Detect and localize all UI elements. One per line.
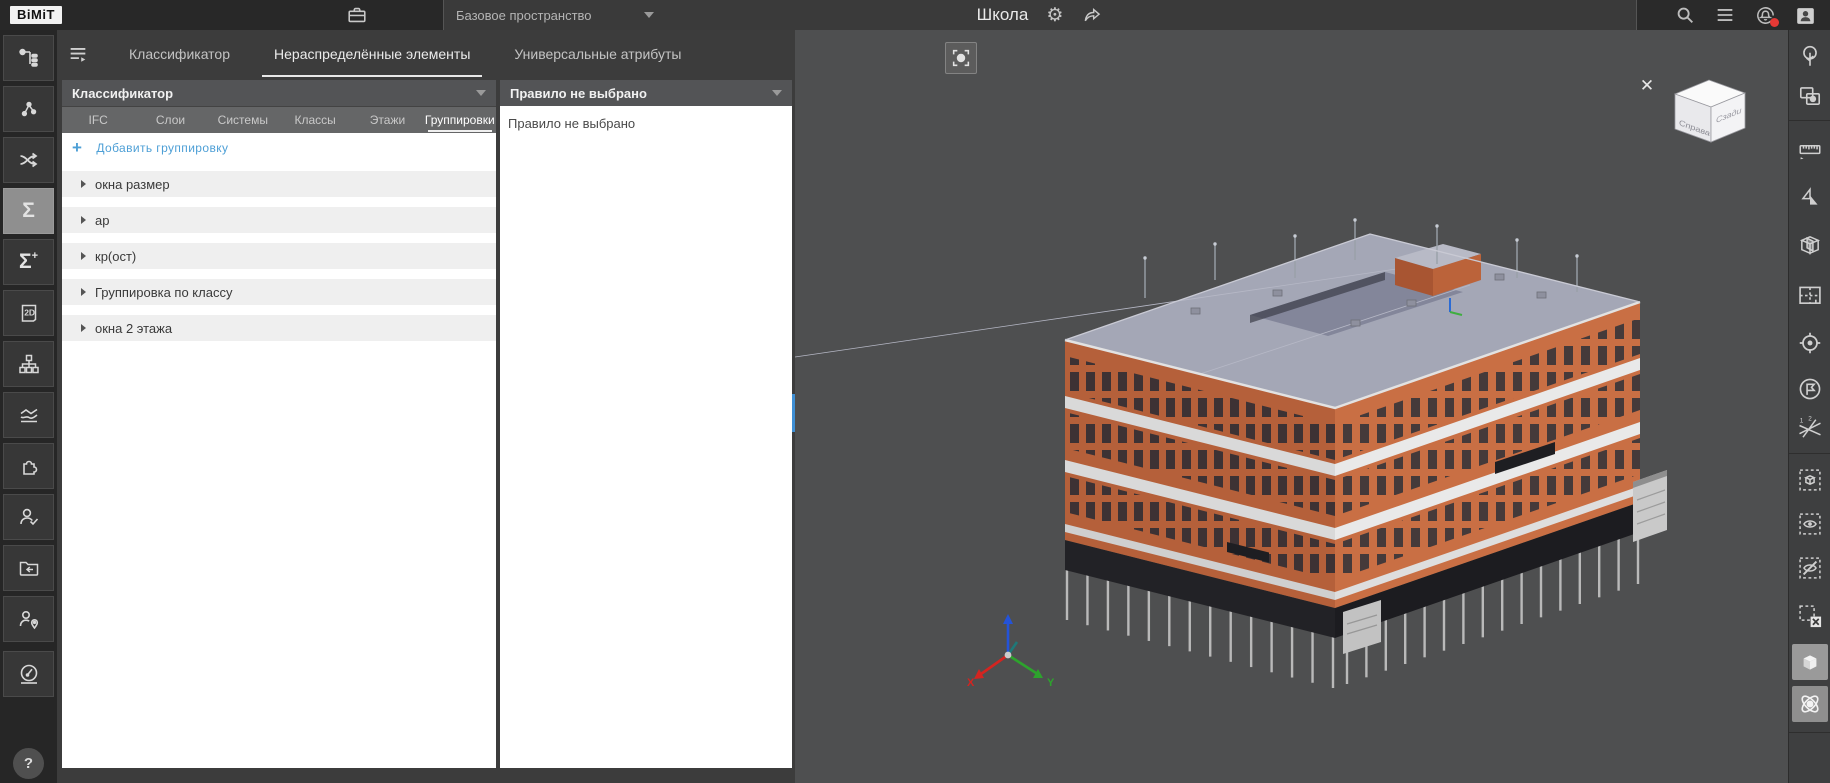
classifier-panel: Классификатор IFC Слои Системы Классы Эт…	[62, 80, 496, 768]
sidebar-org-chart-icon[interactable]	[3, 341, 54, 387]
sidebar-user-check-icon[interactable]	[3, 494, 54, 540]
svg-text:2D: 2D	[24, 308, 35, 318]
notification-badge	[1770, 17, 1779, 27]
plus-icon: +	[72, 138, 83, 157]
gear-icon[interactable]: ⚙	[1046, 6, 1063, 25]
sidebar-relations-icon[interactable]	[3, 86, 54, 132]
sidebar-shuffle-icon[interactable]	[3, 137, 54, 183]
classifier-dropdown[interactable]: Классификатор	[62, 80, 496, 106]
toolbar-divider	[1788, 732, 1830, 733]
expand-arrow-icon	[81, 252, 86, 260]
measure-ruler-icon[interactable]	[1792, 131, 1828, 167]
subtab-systems[interactable]: Системы	[207, 107, 279, 134]
topbar: BiMiT Базовое пространство Школа ⚙	[0, 0, 1830, 30]
search-icon[interactable]	[1674, 4, 1696, 26]
tab-unallocated-elements[interactable]: Нераспределённые элементы	[252, 30, 492, 78]
tab-classifier[interactable]: Классификатор	[107, 30, 252, 78]
chevron-down-icon	[772, 90, 782, 96]
menu-list-icon[interactable]	[1714, 4, 1736, 26]
hide-eye-icon[interactable]	[1792, 550, 1828, 586]
project-title: Школа	[976, 5, 1029, 24]
sidebar-plugins-puzzle-icon[interactable]	[3, 443, 54, 489]
viewport-3d[interactable]: ✕ Справа Сзади X Y	[795, 30, 1788, 783]
notifications-bell-icon[interactable]	[1754, 4, 1779, 27]
panel-resize-handle[interactable]	[792, 394, 795, 432]
floor-plan-icon[interactable]	[1792, 277, 1828, 313]
svg-text:2: 2	[1808, 416, 1812, 423]
topbar-left: BiMiT	[0, 0, 443, 30]
classifier-panel-region: Классификатор Нераспределённые элементы …	[57, 30, 795, 783]
svg-text:Y: Y	[1047, 677, 1055, 689]
axis-lines-icon[interactable]: 1 2	[1792, 411, 1828, 447]
view-cube-icon[interactable]	[1791, 644, 1828, 680]
sidebar-classifier-tree-icon[interactable]	[3, 35, 54, 81]
topbar-right	[1637, 0, 1830, 30]
section-cube-icon[interactable]	[1792, 227, 1828, 263]
expand-arrow-icon	[81, 288, 86, 296]
section-flash-icon[interactable]	[1792, 179, 1828, 215]
add-grouping-button[interactable]: + Добавить группировку	[62, 133, 496, 161]
panel-tab-bar: Классификатор Нераспределённые элементы …	[57, 30, 795, 78]
group-row[interactable]: окна размер	[62, 171, 496, 197]
clear-selection-icon[interactable]	[1792, 598, 1828, 634]
right-toolbar: 1 2	[1788, 30, 1830, 783]
classifier-subtabs: IFC Слои Системы Классы Этажи Группировк…	[62, 106, 496, 133]
close-panel-icon[interactable]: ✕	[1633, 72, 1661, 100]
rule-body-text: Правило не выбрано	[508, 116, 636, 131]
sidebar-user-pin-icon[interactable]	[3, 596, 54, 642]
target-point-icon[interactable]	[1792, 325, 1828, 361]
sidebar-sigma-icon[interactable]: Σ	[3, 188, 54, 234]
app-root: BiMiT Базовое пространство Школа ⚙ Σ Σ+ …	[0, 0, 1830, 783]
left-sidebar: Σ Σ+ 2D ?	[0, 30, 57, 783]
subtab-groupings[interactable]: Группировки	[424, 107, 496, 134]
chevron-down-icon	[643, 12, 654, 18]
orbit-mode-icon[interactable]	[1791, 686, 1828, 722]
subtab-classes[interactable]: Классы	[279, 107, 351, 134]
svg-text:X: X	[967, 677, 975, 689]
subtab-layers[interactable]: Слои	[134, 107, 206, 134]
profile-avatar-icon[interactable]	[1795, 5, 1816, 26]
sidebar-trends-icon[interactable]	[3, 392, 54, 438]
app-logo: BiMiT	[10, 6, 62, 24]
panel-menu-icon[interactable]	[67, 43, 89, 65]
navigation-cube[interactable]: Справа Сзади	[1673, 79, 1747, 143]
workspace-dropdown[interactable]: Базовое пространство	[456, 8, 654, 23]
group-row[interactable]: кр(ост)	[62, 243, 496, 269]
sidebar-gauge-icon[interactable]	[3, 651, 54, 697]
workspace-label: Базовое пространство	[456, 7, 592, 23]
expand-arrow-icon	[81, 216, 86, 224]
group-row[interactable]: ар	[62, 207, 496, 233]
subtab-ifc[interactable]: IFC	[62, 107, 134, 134]
expand-arrow-icon	[81, 180, 86, 188]
expand-arrow-icon	[81, 324, 86, 332]
topbar-middle: Базовое пространство Школа ⚙	[443, 0, 1637, 30]
axis-gizmo[interactable]: X Y	[967, 614, 1055, 689]
help-button[interactable]: ?	[13, 748, 44, 779]
select-region-icon[interactable]	[1792, 78, 1828, 114]
isolate-box-icon[interactable]	[1792, 462, 1828, 498]
show-eye-icon[interactable]	[1792, 506, 1828, 542]
tab-universal-attributes[interactable]: Универсальные атрибуты	[492, 30, 703, 78]
toolbar-divider	[1788, 120, 1830, 121]
rule-panel: Правило не выбрано Правило не выбрано	[500, 80, 792, 768]
chevron-down-icon	[476, 90, 486, 96]
group-row[interactable]: Группировка по классу	[62, 279, 496, 305]
tree-icon[interactable]	[1792, 38, 1828, 74]
share-icon[interactable]	[1081, 5, 1103, 25]
building-model[interactable]: Справа Сзади X Y	[795, 30, 1788, 783]
subtab-floors[interactable]: Этажи	[351, 107, 423, 134]
classifier-body: + Добавить группировку окна размер ар кр…	[62, 133, 496, 768]
rule-dropdown[interactable]: Правило не выбрано	[500, 80, 792, 106]
sidebar-2d-sheet-icon[interactable]: 2D	[3, 290, 54, 336]
sidebar-sigma-add-icon[interactable]: Σ+	[3, 239, 54, 285]
toolbar-divider	[1788, 453, 1830, 454]
flag-note-icon[interactable]	[1792, 371, 1828, 407]
svg-text:1: 1	[1799, 418, 1803, 425]
sidebar-folder-share-icon[interactable]	[3, 545, 54, 591]
projects-briefcase-icon[interactable]	[345, 4, 369, 26]
group-row[interactable]: окна 2 этажа	[62, 315, 496, 341]
